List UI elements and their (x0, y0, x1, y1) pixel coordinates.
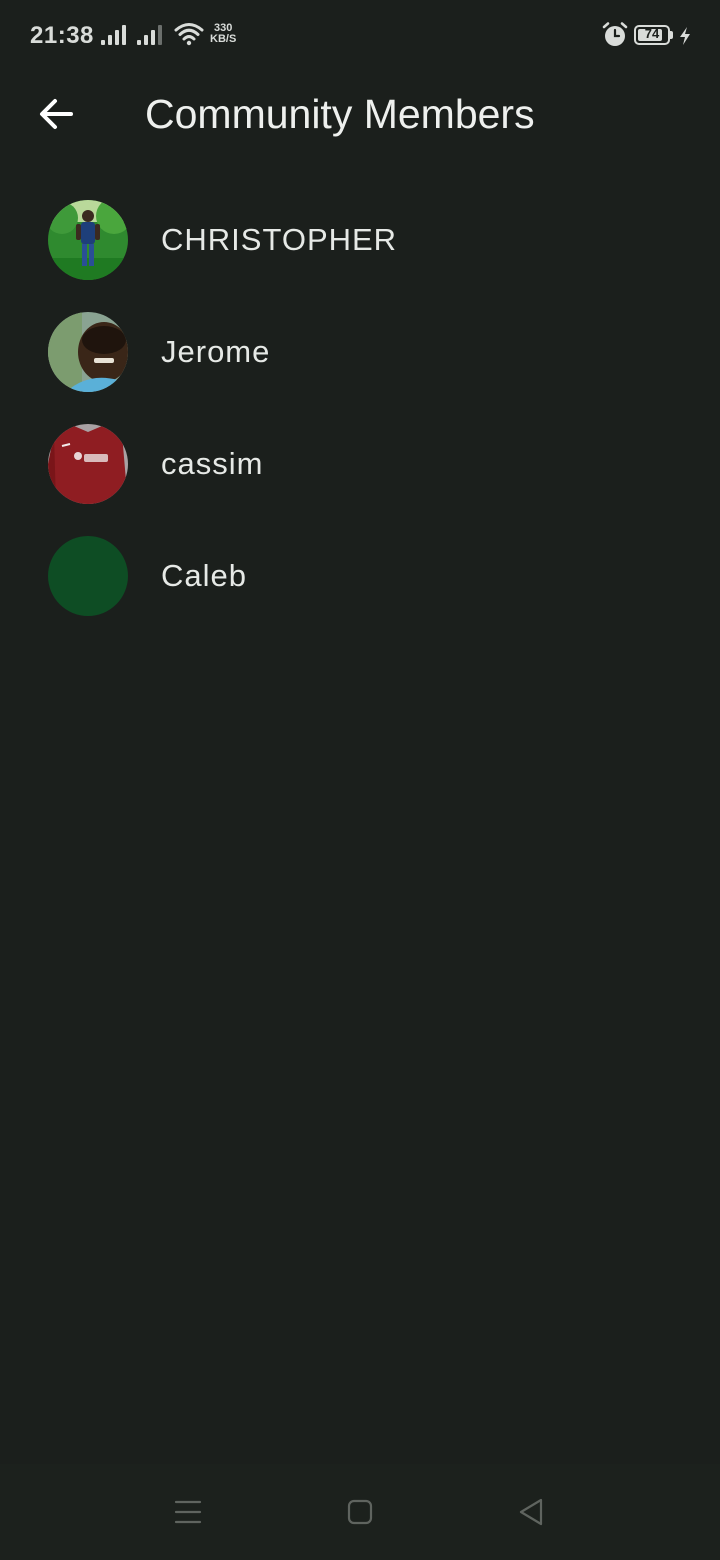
arrow-left-icon (40, 99, 73, 129)
member-list-item[interactable]: cassim (0, 408, 720, 520)
nav-back-button[interactable] (507, 1488, 555, 1536)
member-name: Caleb (161, 558, 247, 593)
member-name: CHRISTOPHER (161, 222, 398, 257)
member-name: cassim (161, 446, 264, 481)
back-triangle-icon (519, 1498, 543, 1526)
member-list-item[interactable]: Jerome (0, 296, 720, 408)
status-time: 21:38 (30, 22, 94, 49)
network-speed-unit: KB/S (210, 33, 237, 45)
battery-nub (670, 31, 673, 39)
network-speed: 330 KB/S (210, 23, 236, 45)
avatar[interactable] (48, 200, 128, 280)
signal-icon (101, 25, 126, 45)
alarm-icon (602, 22, 628, 46)
home-square-icon (347, 1499, 373, 1525)
avatar[interactable] (48, 312, 128, 392)
avatar-placeholder[interactable] (48, 536, 128, 616)
page-title: Community Members (145, 91, 535, 137)
member-name: Jerome (161, 334, 271, 369)
battery-level: 74 (644, 26, 660, 41)
wifi-icon (174, 23, 204, 46)
app-bar: Community Members (0, 72, 720, 156)
home-button[interactable] (336, 1488, 384, 1536)
menu-icon (174, 1500, 202, 1524)
member-list: CHRISTOPHER Jerome cassim Caleb (0, 184, 720, 632)
signal-icon (137, 25, 162, 45)
member-list-item[interactable]: CHRISTOPHER (0, 184, 720, 296)
status-bar: 21:38 330 KB/S 74 (0, 0, 720, 72)
battery-icon: 74 (634, 25, 670, 45)
recent-apps-button[interactable] (164, 1488, 212, 1536)
navigation-bar (0, 1464, 720, 1560)
back-button[interactable] (24, 86, 88, 142)
member-list-item[interactable]: Caleb (0, 520, 720, 632)
avatar[interactable] (48, 424, 128, 504)
charging-icon (680, 27, 690, 45)
